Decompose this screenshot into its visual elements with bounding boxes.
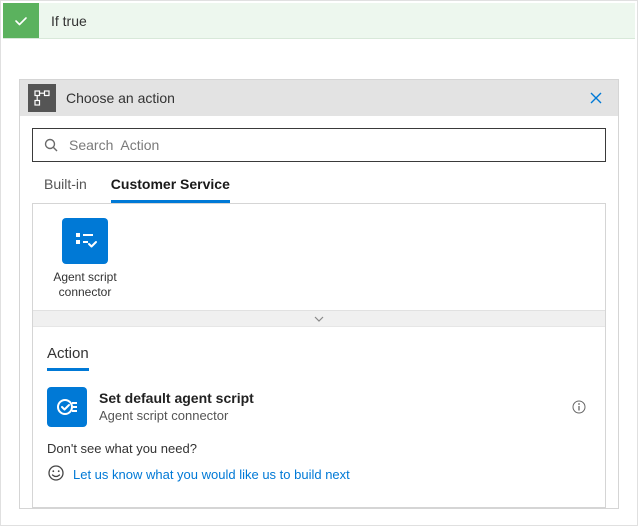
circle-check-icon — [47, 387, 87, 427]
if-true-header[interactable]: If true — [3, 3, 635, 39]
search-box[interactable] — [32, 128, 606, 162]
action-title: Set default agent script — [99, 389, 567, 407]
connector-agent-script[interactable]: Agent script connector — [47, 218, 123, 300]
close-icon[interactable] — [582, 84, 610, 112]
tab-built-in[interactable]: Built-in — [44, 176, 87, 203]
tab-customer-service[interactable]: Customer Service — [111, 176, 230, 203]
action-subtitle: Agent script connector — [99, 408, 567, 425]
if-true-label: If true — [39, 3, 99, 38]
connector-label: Agent script connector — [47, 270, 123, 300]
feedback-link[interactable]: Let us know what you would like us to bu… — [73, 467, 350, 482]
search-input[interactable] — [67, 136, 595, 154]
panel-title: Choose an action — [56, 90, 582, 106]
footer-question: Don't see what you need? — [47, 441, 591, 456]
action-heading: Action — [47, 345, 89, 371]
search-icon — [43, 137, 59, 153]
action-set-default-agent-script[interactable]: Set default agent script Agent script co… — [47, 387, 591, 427]
smile-icon — [47, 464, 65, 485]
info-icon[interactable] — [567, 395, 591, 419]
list-check-icon — [62, 218, 108, 264]
check-icon — [3, 3, 39, 38]
action-group-icon — [28, 84, 56, 112]
collapse-toggle[interactable] — [33, 310, 605, 326]
choose-action-panel: Choose an action Built-in Customer Servi… — [19, 79, 619, 509]
chevron-down-icon — [313, 315, 325, 323]
